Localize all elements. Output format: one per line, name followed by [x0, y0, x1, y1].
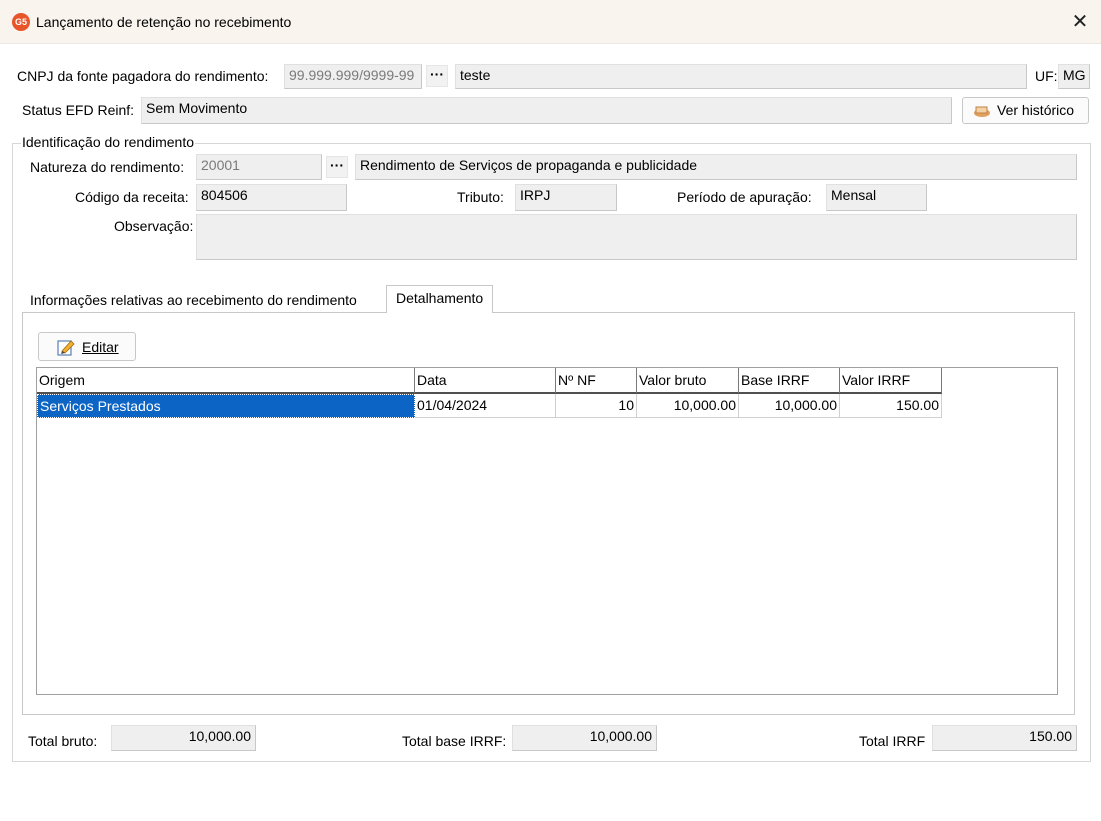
- cell-valor-bruto[interactable]: 10,000.00: [637, 394, 739, 418]
- history-icon: [974, 106, 990, 117]
- cell-base-irrf[interactable]: 10,000.00: [739, 394, 840, 418]
- app-logo-icon: G5: [12, 13, 30, 31]
- column-header-valor-irrf[interactable]: Valor IRRF: [840, 368, 942, 394]
- natureza-code-field[interactable]: 20001: [196, 154, 322, 180]
- status-field[interactable]: Sem Movimento: [141, 97, 952, 124]
- column-header-data[interactable]: Data: [415, 368, 556, 394]
- cell-origem[interactable]: Serviços Prestados: [37, 394, 415, 418]
- total-bruto-field: 10,000.00: [111, 725, 256, 751]
- uf-label: UF:: [1035, 68, 1058, 84]
- tab-informacoes[interactable]: Informações relativas ao recebimento do …: [25, 288, 362, 312]
- history-button[interactable]: Ver histórico: [962, 97, 1089, 124]
- column-header-origem[interactable]: Origem: [37, 368, 415, 394]
- cell-data[interactable]: 01/04/2024: [415, 394, 556, 418]
- close-icon[interactable]: ✕: [1065, 7, 1095, 37]
- uf-field[interactable]: MG: [1058, 64, 1090, 89]
- tab-detalhamento[interactable]: Detalhamento: [386, 285, 494, 313]
- cnpj-lookup-button[interactable]: ···: [426, 65, 448, 87]
- edit-icon: [57, 340, 75, 356]
- detalhamento-grid[interactable]: Origem Data Nº NF Valor bruto Base IRRF …: [36, 367, 1058, 695]
- total-base-irrf-field: 10,000.00: [512, 725, 657, 751]
- total-bruto-label: Total bruto:: [28, 733, 98, 749]
- tributo-field[interactable]: IRPJ: [515, 184, 617, 211]
- cell-valor-irrf[interactable]: 150.00: [840, 394, 942, 418]
- total-irrf-field: 150.00: [932, 725, 1077, 751]
- column-header-nf[interactable]: Nº NF: [556, 368, 637, 394]
- natureza-desc-field[interactable]: Rendimento de Serviços de propaganda e p…: [355, 154, 1077, 180]
- codigo-receita-label: Código da receita:: [75, 189, 189, 205]
- natureza-lookup-button[interactable]: ···: [326, 156, 348, 178]
- natureza-label: Natureza do rendimento:: [30, 159, 185, 175]
- cnpj-label: CNPJ da fonte pagadora do rendimento:: [17, 68, 269, 84]
- cnpj-field[interactable]: 99.999.999/9999-99: [284, 64, 422, 89]
- cell-nf[interactable]: 10: [556, 394, 637, 418]
- tributo-label: Tributo:: [457, 189, 504, 205]
- periodo-field[interactable]: Mensal: [826, 184, 927, 211]
- total-base-irrf-label: Total base IRRF:: [402, 733, 507, 749]
- observacao-label: Observação:: [114, 218, 194, 234]
- total-irrf-label: Total IRRF: [859, 733, 926, 749]
- cnpj-name-field[interactable]: teste: [455, 64, 1027, 89]
- history-button-label: Ver histórico: [997, 102, 1075, 118]
- status-label: Status EFD Reinf:: [22, 102, 135, 118]
- window-title: Lançamento de retenção no recebimento: [36, 14, 292, 30]
- column-header-base-irrf[interactable]: Base IRRF: [739, 368, 840, 394]
- observacao-field[interactable]: [196, 214, 1077, 260]
- title-bar: G5 Lançamento de retenção no recebimento…: [0, 0, 1101, 44]
- periodo-label: Período de apuração:: [677, 189, 812, 205]
- codigo-receita-field[interactable]: 804506: [196, 184, 347, 211]
- identificacao-group-title: Identificação do rendimento: [21, 134, 195, 150]
- edit-button[interactable]: Editar: [38, 332, 136, 361]
- edit-button-label: Editar: [82, 339, 119, 355]
- column-header-valor-bruto[interactable]: Valor bruto: [637, 368, 739, 394]
